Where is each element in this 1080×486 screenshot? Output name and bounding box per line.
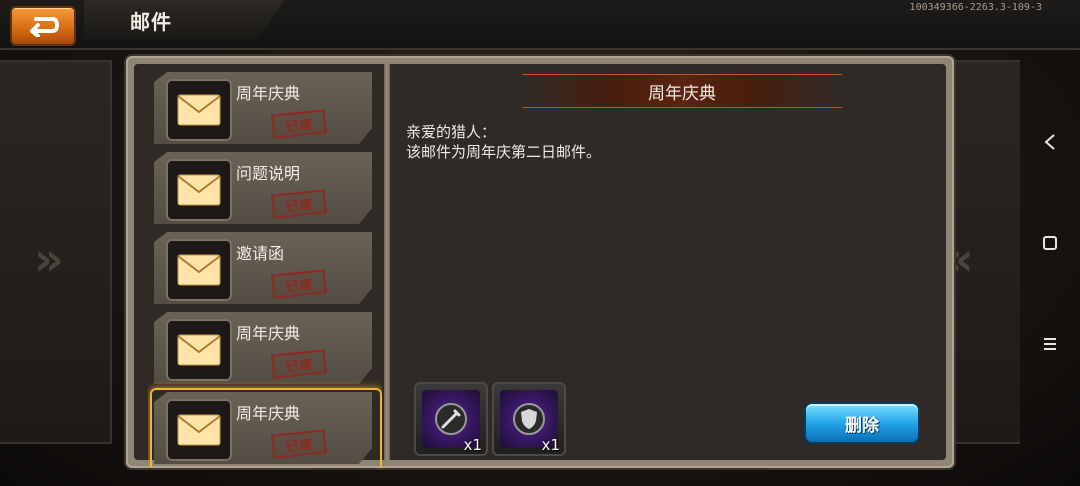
reward-slot-1[interactable]: x1: [414, 382, 488, 456]
mail-detail: 周年庆典 亲爱的猎人： 该邮件为周年庆第二日邮件。 x1 x1 删除: [392, 64, 946, 460]
envelope-icon: [166, 399, 232, 461]
envelope-icon: [166, 79, 232, 141]
mail-item-1[interactable]: 周年庆典 已读: [154, 72, 372, 144]
system-menu-icon[interactable]: [1038, 332, 1062, 356]
panel-divider: [384, 64, 390, 460]
title-plate: [84, 0, 284, 40]
delete-button[interactable]: 删除: [804, 402, 920, 444]
mail-item-4[interactable]: 周年庆典 已读: [154, 312, 372, 384]
mail-item-2[interactable]: 问题说明 已读: [154, 152, 372, 224]
mail-greeting: 亲爱的猎人：: [406, 123, 497, 141]
mail-panel-inner: 周年庆典 已读 问题说明 已读 邀请函 已读 周年庆典 已读 周年庆典 已读 周…: [134, 64, 946, 468]
mail-panel: 周年庆典 已读 问题说明 已读 邀请函 已读 周年庆典 已读 周年庆典 已读 周…: [126, 56, 954, 468]
mail-item-3[interactable]: 邀请函 已读: [154, 232, 372, 304]
system-back-icon[interactable]: [1038, 130, 1062, 154]
page-title: 邮件: [130, 10, 172, 34]
system-home-icon[interactable]: [1038, 231, 1062, 255]
mail-title: 周年庆典: [236, 84, 301, 103]
mail-list[interactable]: 周年庆典 已读 问题说明 已读 邀请函 已读 周年庆典 已读 周年庆典 已读: [148, 72, 382, 468]
build-id: 100349366-2263.3-109-3: [909, 2, 1042, 13]
mail-detail-title: 周年庆典: [522, 74, 842, 108]
read-stamp: 已读: [270, 109, 328, 139]
top-bar: 邮件 100349366-2263.3-109-3: [0, 0, 1080, 50]
reward-quantity: x1: [541, 436, 560, 454]
envelope-icon: [166, 159, 232, 221]
read-stamp: 已读: [270, 429, 328, 459]
background-left-wall: »: [0, 60, 112, 444]
read-stamp: 已读: [270, 189, 328, 219]
reward-quantity: x1: [463, 436, 482, 454]
envelope-icon: [166, 239, 232, 301]
envelope-icon: [166, 319, 232, 381]
reward-slot-2[interactable]: x1: [492, 382, 566, 456]
mail-title: 周年庆典: [236, 404, 301, 423]
mail-item-5[interactable]: 周年庆典 已读: [154, 392, 372, 464]
back-button[interactable]: [10, 6, 76, 46]
chevron-decor-icon: »: [34, 232, 64, 286]
back-arrow-icon: [30, 17, 60, 37]
read-stamp: 已读: [270, 269, 328, 299]
read-stamp: 已读: [270, 349, 328, 379]
mail-title: 邀请函: [236, 244, 285, 263]
mail-content: 该邮件为周年庆第二日邮件。: [406, 143, 602, 161]
mail-title: 周年庆典: [236, 324, 301, 343]
mail-title: 问题说明: [236, 164, 301, 183]
mail-body: 亲爱的猎人： 该邮件为周年庆第二日邮件。: [406, 122, 601, 162]
